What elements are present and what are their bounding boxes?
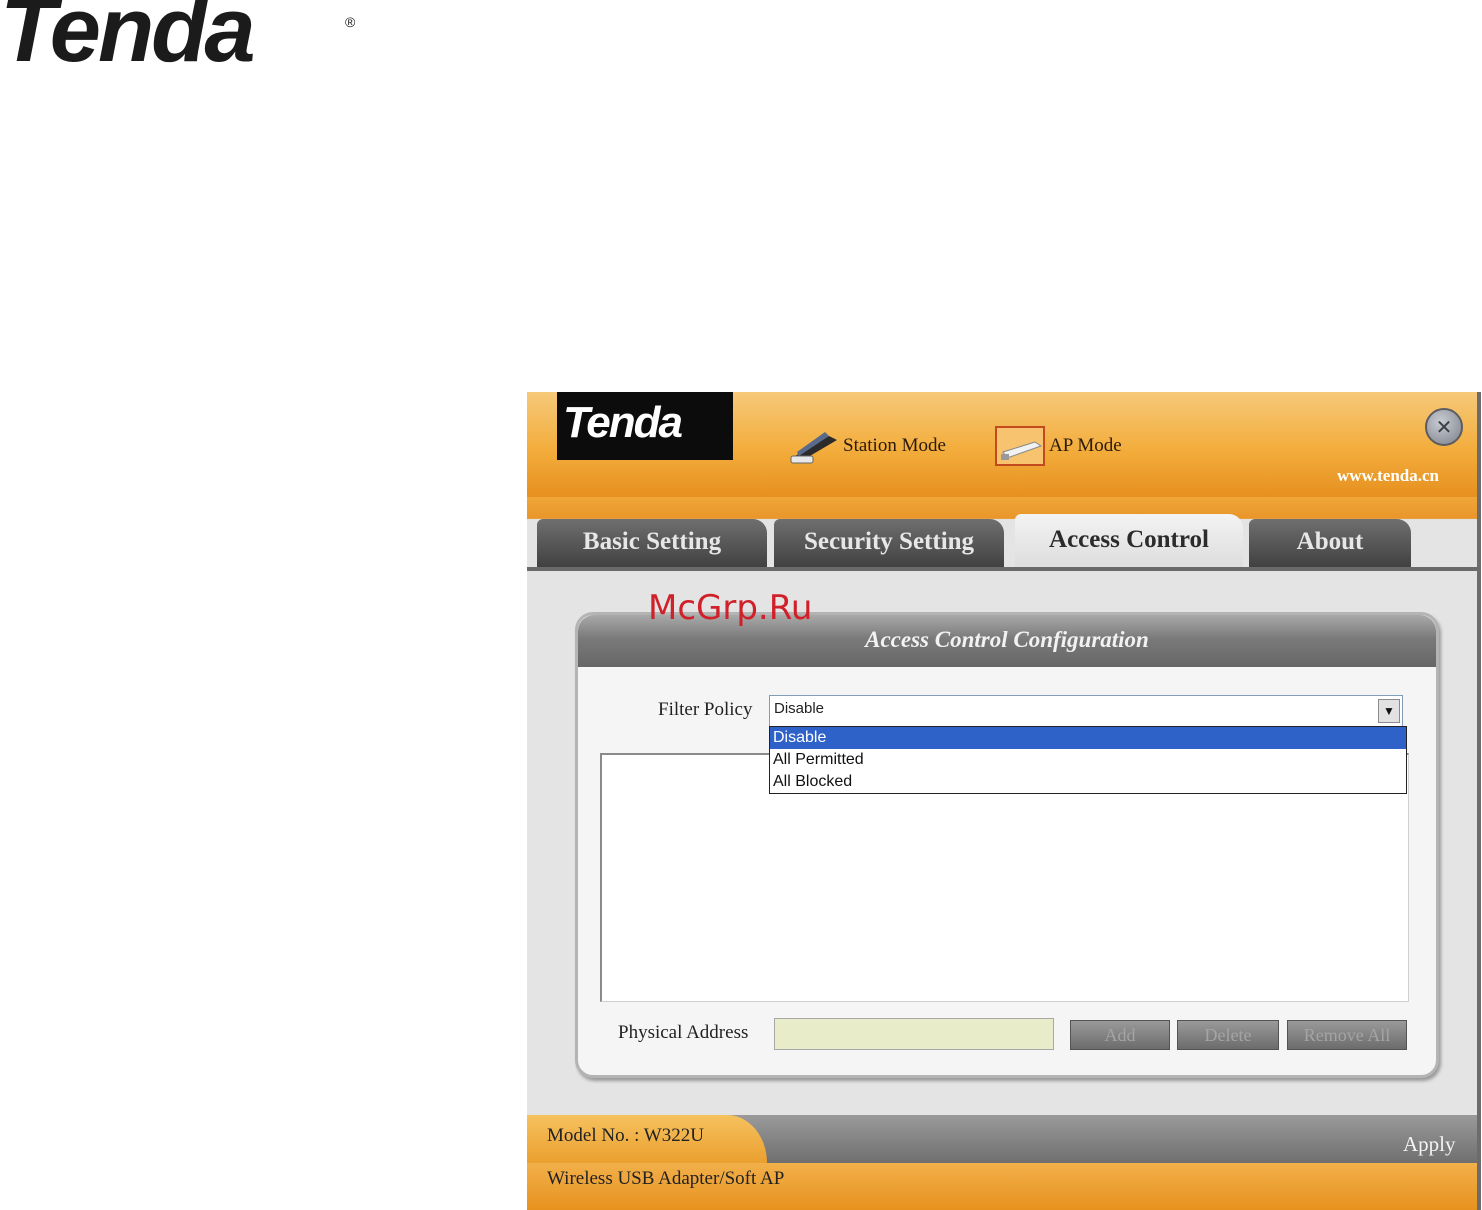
registered-mark: ® <box>345 14 356 30</box>
ap-mode-icon <box>995 426 1045 466</box>
physical-address-label: Physical Address <box>618 1022 749 1043</box>
product-name: Wireless USB Adapter/Soft AP <box>547 1168 785 1189</box>
apply-button[interactable]: Apply <box>1403 1132 1456 1157</box>
panel-title: Access Control Configuration <box>865 627 1149 652</box>
ap-mode-label: AP Mode <box>1049 435 1122 456</box>
station-mode-icon <box>790 432 837 464</box>
filter-policy-dropdown: Disable All Permitted All Blocked <box>769 726 1407 794</box>
add-button[interactable]: Add <box>1070 1020 1170 1050</box>
app-logo-text: Tenda <box>563 398 683 447</box>
watermark: McGrp.Ru <box>648 588 813 628</box>
ap-mode-button[interactable]: AP Mode <box>995 426 1122 466</box>
chevron-down-icon[interactable]: ▼ <box>1378 699 1400 723</box>
tab-access-control[interactable]: Access Control <box>1015 514 1243 570</box>
tab-security-setting[interactable]: Security Setting <box>774 519 1004 569</box>
app-header: Tenda Station Mode AP Mode ✕ www.tenda.c… <box>527 392 1477 497</box>
close-icon[interactable]: ✕ <box>1425 408 1463 446</box>
station-mode-label: Station Mode <box>843 435 946 456</box>
tab-divider <box>527 567 1477 571</box>
delete-button[interactable]: Delete <box>1177 1020 1279 1050</box>
station-mode-button[interactable]: Station Mode <box>789 426 946 466</box>
access-control-panel: Access Control Configuration Filter Poli… <box>575 612 1439 1078</box>
filter-policy-label: Filter Policy <box>658 699 753 720</box>
remove-all-button[interactable]: Remove All <box>1287 1020 1407 1050</box>
tab-basic-setting[interactable]: Basic Setting <box>537 519 767 569</box>
model-number: Model No. : W322U <box>547 1125 704 1146</box>
dropdown-option-all-permitted[interactable]: All Permitted <box>770 749 1406 771</box>
page-brand-logo: Tenda ® <box>0 0 360 82</box>
dropdown-option-disable[interactable]: Disable <box>770 727 1406 749</box>
physical-address-input[interactable] <box>774 1018 1054 1050</box>
page-brand-logo-text: Tenda <box>0 0 256 81</box>
app-window: Tenda Station Mode AP Mode ✕ www.tenda.c… <box>527 392 1481 1210</box>
filter-policy-select[interactable]: Disable ▼ <box>769 695 1403 727</box>
app-logo: Tenda <box>557 392 733 460</box>
filter-policy-value: Disable <box>774 700 825 717</box>
tab-about[interactable]: About <box>1249 519 1411 569</box>
dropdown-option-all-blocked[interactable]: All Blocked <box>770 771 1406 793</box>
website-url[interactable]: www.tenda.cn <box>1337 466 1439 486</box>
